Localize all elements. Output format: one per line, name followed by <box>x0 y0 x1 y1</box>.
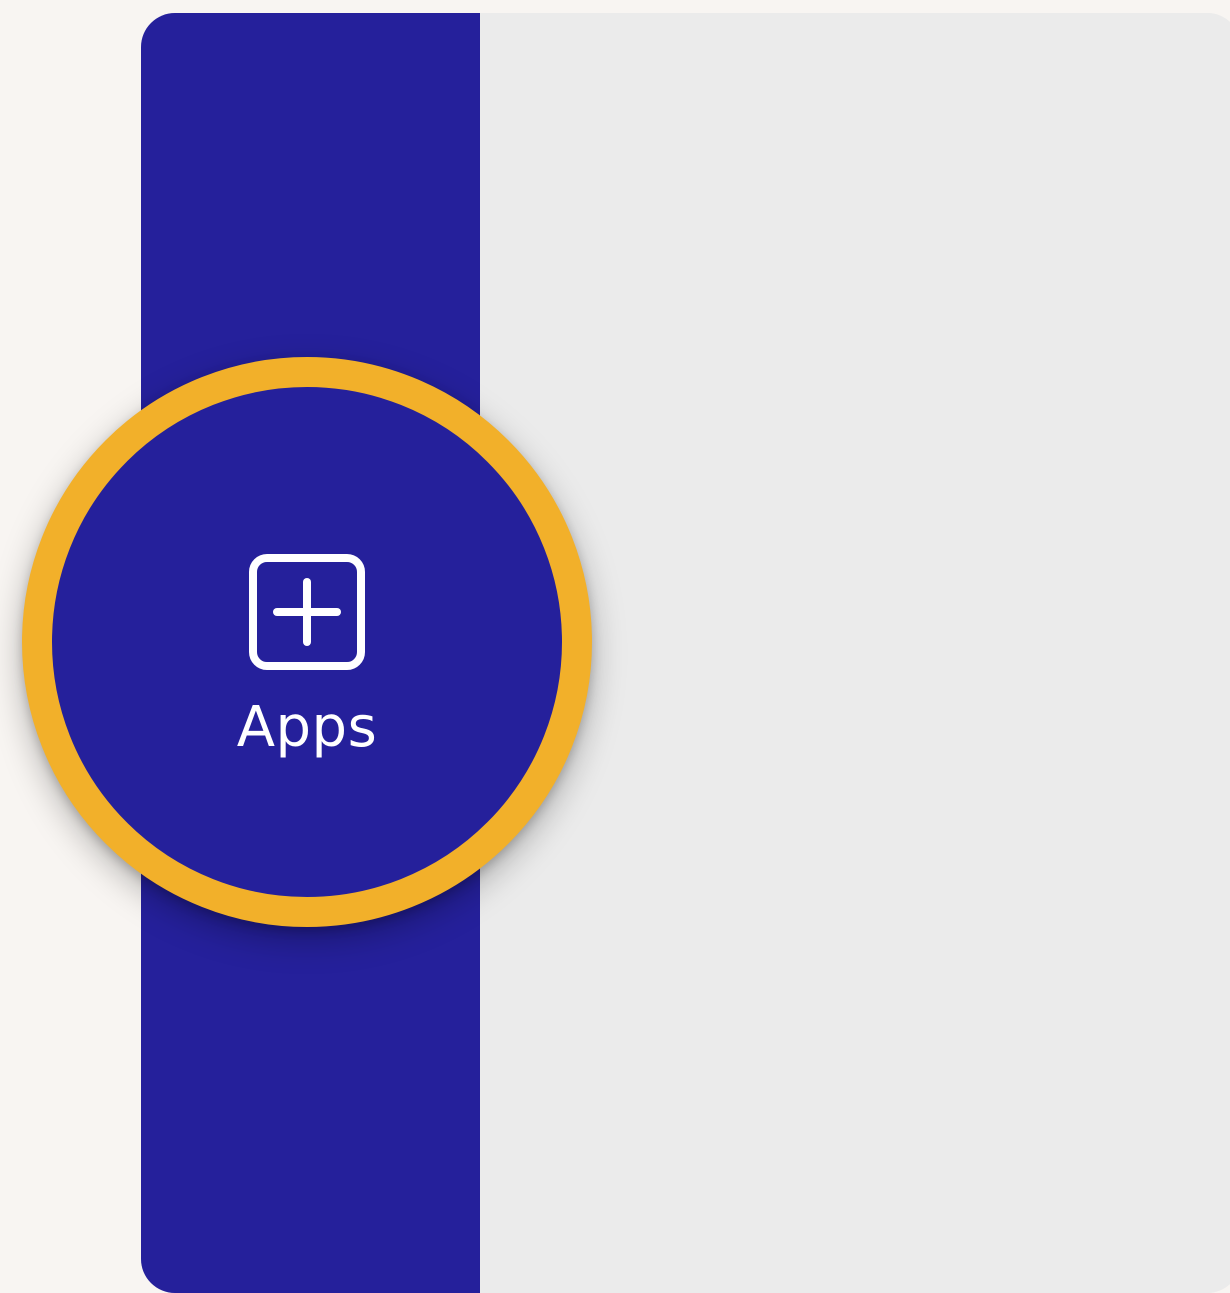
sidebar-item-label: Apps <box>236 695 378 760</box>
sidebar-item-apps[interactable]: Apps <box>22 357 592 927</box>
add-square-icon <box>249 554 365 670</box>
main-content-area <box>480 13 1230 1293</box>
